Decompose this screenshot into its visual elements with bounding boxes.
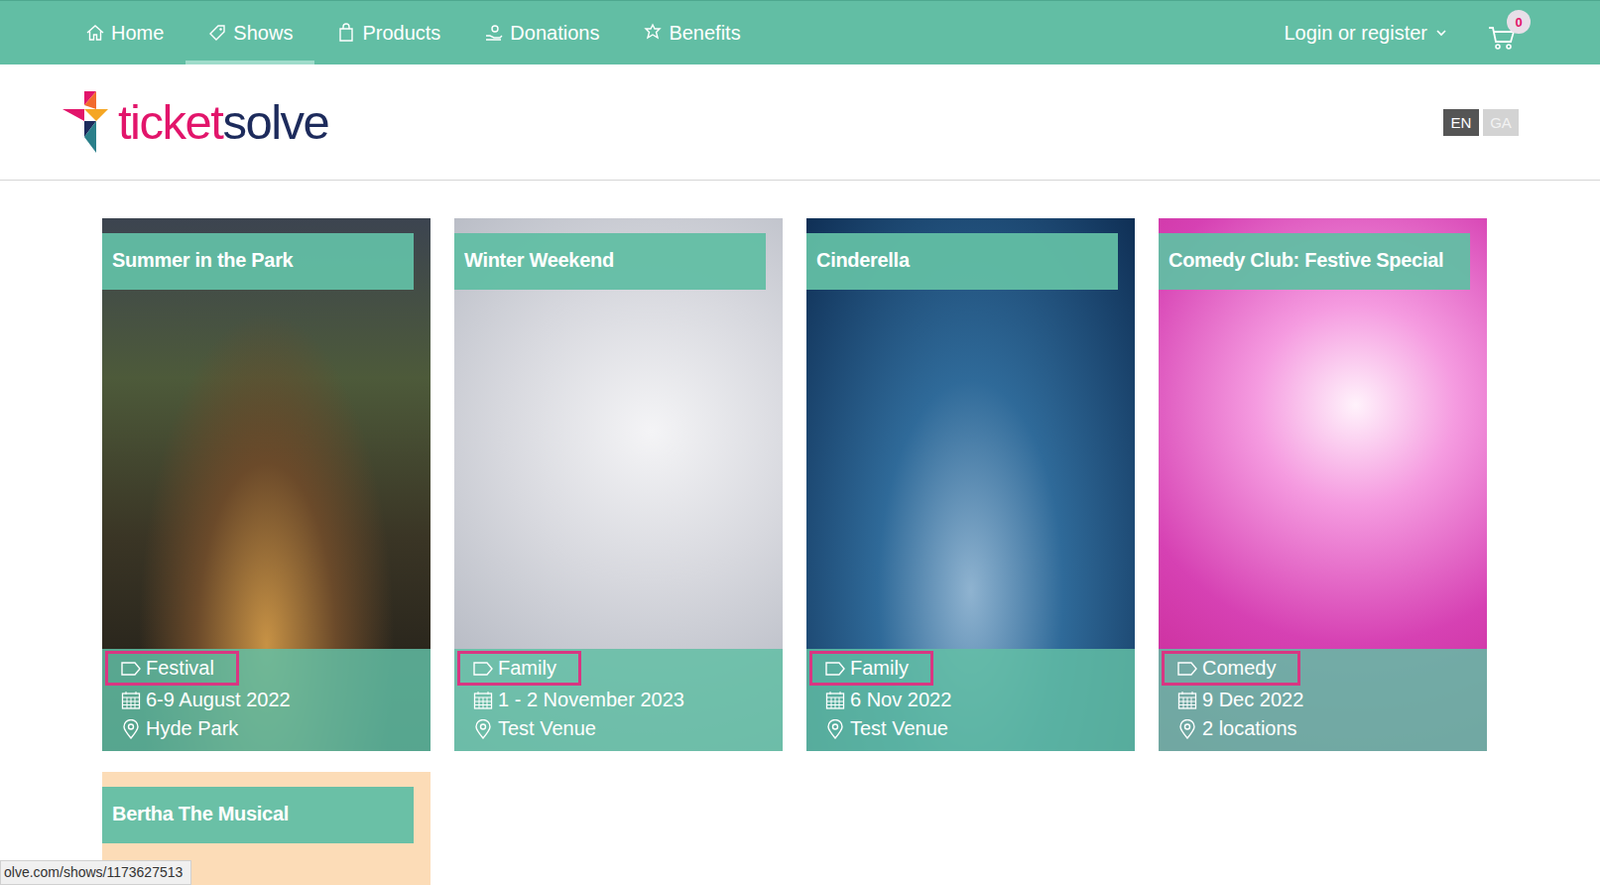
chevron-down-icon: [1435, 26, 1448, 39]
calendar-icon: [1177, 690, 1198, 711]
cart-count-badge: 0: [1506, 9, 1531, 34]
language-button[interactable]: GA: [1482, 109, 1519, 136]
calendar-icon: [121, 690, 141, 711]
nav-item[interactable]: Benefits: [620, 0, 762, 65]
nav-item[interactable]: Donations: [462, 0, 621, 65]
bag-icon: [336, 22, 357, 43]
logo[interactable]: ticketsolve: [62, 91, 329, 153]
show-card[interactable]: Winter Weekend Family 1 - 2 November 202…: [454, 218, 783, 751]
calendar-icon: [825, 690, 846, 711]
show-info: Family 1 - 2 November 2023 Test Venue: [454, 648, 783, 751]
nav-item[interactable]: Products: [314, 0, 463, 65]
show-tag: Comedy: [1161, 650, 1301, 686]
show-title: Cinderella: [806, 233, 1118, 290]
tag-icon: [825, 661, 846, 676]
show-card[interactable]: Comedy Club: Festive Special Comedy 9 De…: [1158, 218, 1487, 751]
show-date: 1 - 2 November 2023: [457, 685, 783, 715]
show-title: Winter Weekend: [454, 233, 766, 290]
show-venue: Hyde Park: [105, 714, 431, 743]
tag-icon: [1177, 661, 1198, 676]
show-grid: Summer in the Park Festival 6-9 August 2…: [0, 180, 1600, 885]
show-title: Bertha The Musical: [102, 786, 414, 844]
language-switch: ENGA: [1443, 109, 1519, 136]
show-date: 6 Nov 2022: [809, 685, 1135, 715]
show-venue: 2 locations: [1161, 714, 1487, 743]
show-card[interactable]: Cinderella Family 6 Nov 2022 Test Venue: [806, 218, 1135, 751]
page: Home Shows Products Donations Benefits L…: [0, 0, 1600, 885]
badge-star-icon: [642, 22, 663, 43]
location-pin-icon: [1177, 719, 1198, 739]
show-title: Comedy Club: Festive Special: [1158, 233, 1471, 290]
show-venue: Test Venue: [457, 714, 783, 743]
show-date: 6-9 August 2022: [105, 685, 431, 715]
login-dropdown[interactable]: Login or register: [1283, 21, 1448, 45]
location-pin-icon: [473, 719, 493, 739]
show-info: Comedy 9 Dec 2022 2 locations: [1158, 648, 1487, 751]
nav-item[interactable]: Shows: [185, 0, 315, 65]
cart-button[interactable]: 0: [1486, 13, 1517, 52]
show-tag: Family: [457, 650, 582, 686]
location-pin-icon: [825, 719, 846, 739]
logo-mark-icon: [62, 91, 109, 153]
show-info: Festival 6-9 August 2022 Hyde Park: [102, 648, 431, 751]
location-pin-icon: [121, 719, 141, 739]
home-icon: [85, 22, 106, 43]
top-nav: Home Shows Products Donations Benefits L…: [0, 0, 1600, 65]
show-title: Summer in the Park: [102, 233, 414, 290]
tag-icon: [121, 661, 141, 676]
header: ticketsolve ENGA: [0, 64, 1600, 181]
show-info: Family 6 Nov 2022 Test Venue: [806, 648, 1135, 751]
tag-icon: [473, 661, 493, 676]
show-date: 9 Dec 2022: [1161, 685, 1487, 715]
ticket-icon: [207, 22, 228, 43]
nav-item[interactable]: Home: [63, 0, 186, 65]
show-tag: Family: [809, 650, 934, 686]
donation-hand-icon: [484, 22, 504, 43]
show-venue: Test Venue: [809, 714, 1135, 743]
show-card[interactable]: Summer in the Park Festival 6-9 August 2…: [102, 218, 431, 751]
show-tag: Festival: [105, 650, 240, 686]
language-button[interactable]: EN: [1443, 109, 1479, 136]
browser-status-bar: olve.com/shows/1173627513: [0, 860, 192, 885]
calendar-icon: [473, 690, 493, 711]
